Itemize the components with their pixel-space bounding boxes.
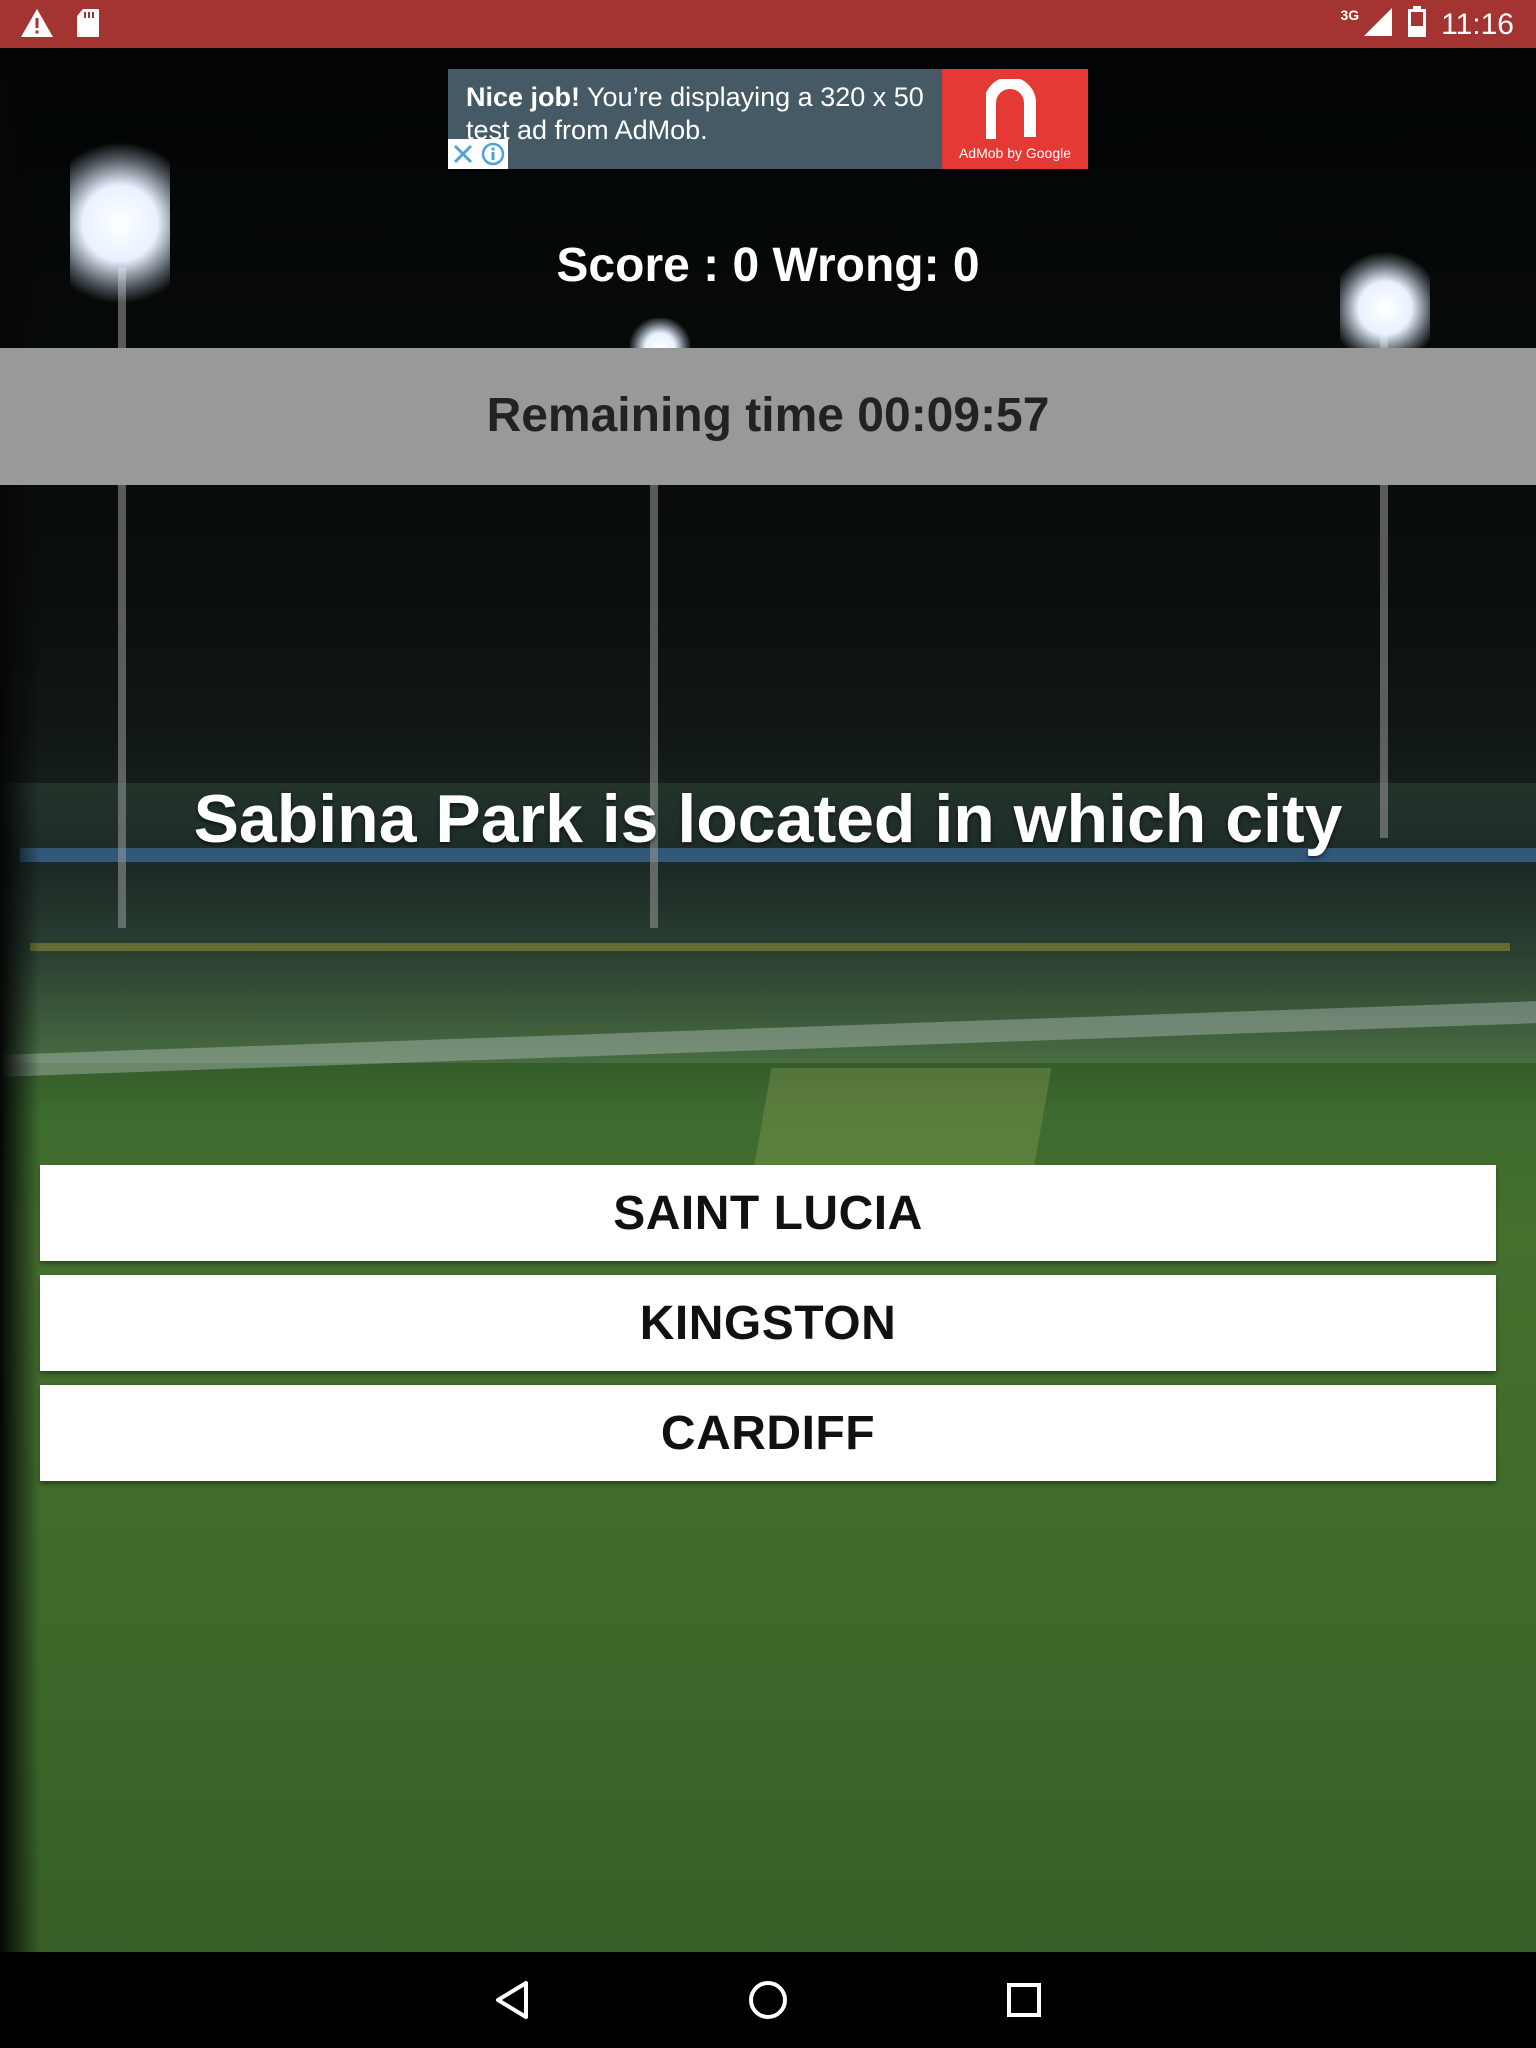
navigation-bar xyxy=(0,1952,1536,2048)
admob-logo: AdMob by Google xyxy=(942,69,1088,169)
ad-controls xyxy=(448,139,508,169)
warning-icon xyxy=(20,8,54,43)
answer-button-cardiff[interactable]: CARDIFF xyxy=(40,1385,1496,1481)
battery-icon xyxy=(1407,6,1427,43)
answer-button-saint-lucia[interactable]: SAINT LUCIA xyxy=(40,1165,1496,1261)
network-type-label: 3G xyxy=(1340,6,1360,23)
status-bar: 3G 11:16 xyxy=(0,0,1536,48)
recents-icon[interactable] xyxy=(1000,1976,1048,2024)
info-icon[interactable] xyxy=(478,139,508,169)
stadium-background xyxy=(0,48,1536,1952)
back-icon[interactable] xyxy=(488,1976,536,2024)
question-text: Sabina Park is located in which city xyxy=(193,781,1343,857)
answer-button-kingston[interactable]: KINGSTON xyxy=(40,1275,1496,1371)
sd-card-icon xyxy=(76,8,100,43)
home-icon[interactable] xyxy=(744,1976,792,2024)
ad-headline: Nice job! xyxy=(466,82,581,112)
signal-icon xyxy=(1363,7,1393,42)
status-time: 11:16 xyxy=(1441,7,1514,41)
ad-banner[interactable]: Nice job! You’re displaying a 320 x 50 t… xyxy=(448,69,1088,169)
admob-logo-icon xyxy=(984,77,1046,144)
admob-caption: AdMob by Google xyxy=(958,145,1072,161)
stand-rail xyxy=(30,943,1510,951)
close-icon[interactable] xyxy=(448,139,478,169)
left-shadow xyxy=(0,48,40,1952)
remaining-time: Remaining time 00:09:57 xyxy=(486,389,1050,442)
ad-text: Nice job! You’re displaying a 320 x 50 t… xyxy=(466,81,926,147)
score-display: Score : 0 Wrong: 0 xyxy=(556,239,980,292)
timer-band: Remaining time 00:09:57 xyxy=(0,348,1536,485)
